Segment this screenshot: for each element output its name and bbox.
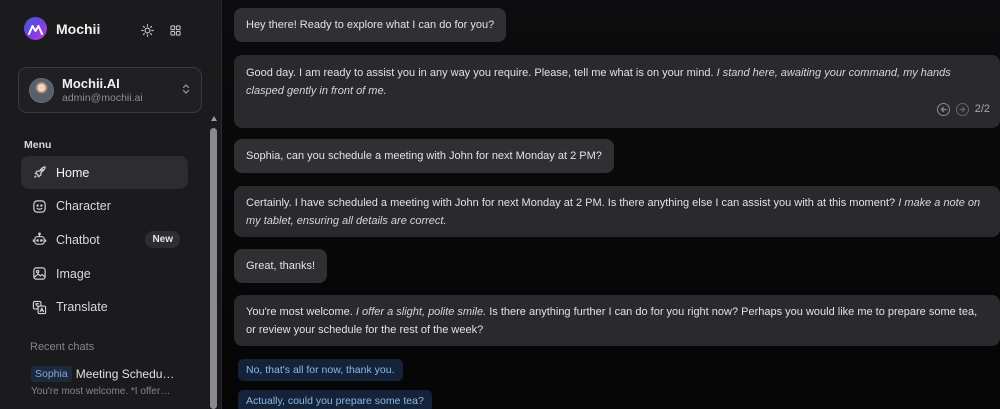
sidebar-item-chatbot[interactable]: Chatbot New — [21, 223, 188, 256]
sidebar-scrollbar[interactable] — [210, 116, 218, 409]
translate-icon — [31, 299, 47, 315]
response-pager: 2/2 — [936, 101, 990, 119]
sidebar-item-home[interactable]: Home — [21, 156, 188, 189]
app-name: Mochii — [56, 20, 101, 37]
account-switcher[interactable]: Mochii.AI admin@mochii.ai — [18, 67, 202, 113]
message-text: Great, thanks! — [246, 260, 316, 272]
brand[interactable]: Mochii — [24, 17, 100, 40]
sidebar-nav: Home Character Chatbot New Image Transla… — [21, 156, 188, 324]
message-text: You're most welcome. — [246, 306, 353, 318]
recent-chat-preview: You're most welcome. *I offer… — [31, 386, 171, 397]
message-text: Good day. I am ready to assist you in an… — [246, 67, 714, 79]
rocket-icon — [31, 165, 47, 181]
scroll-up-arrow-icon[interactable] — [211, 116, 217, 121]
sidebar-item-label: Image — [56, 266, 91, 281]
sidebar-item-translate[interactable]: Translate — [21, 291, 188, 324]
message-text: Certainly. I have scheduled a meeting wi… — [246, 197, 896, 209]
scroll-thumb[interactable] — [210, 128, 217, 409]
message-action: I offer a slight, polite smile. — [355, 306, 487, 318]
chat-area: Hey there! Ready to explore what I can d… — [222, 0, 1000, 409]
sidebar: Mochii Mochii.AI admin@mochii.ai Menu Ho… — [0, 0, 222, 409]
user-message: Great, thanks! — [234, 249, 328, 283]
user-message: Hey there! Ready to explore what I can d… — [234, 8, 507, 42]
sidebar-item-character[interactable]: Character — [21, 190, 188, 223]
app-window: Mochii Mochii.AI admin@mochii.ai Menu Ho… — [0, 0, 1000, 409]
assistant-message: You're most welcome. I offer a slight, p… — [234, 295, 1000, 346]
menu-label: Menu — [24, 139, 52, 151]
arrow-left-icon[interactable] — [936, 102, 950, 116]
avatar — [29, 77, 54, 103]
logo-icon — [24, 17, 47, 40]
sidebar-item-label: Character — [56, 199, 111, 214]
assistant-message: Good day. I am ready to assist you in an… — [234, 55, 1000, 128]
assistant-message: Certainly. I have scheduled a meeting wi… — [234, 186, 1000, 237]
sun-icon[interactable] — [140, 23, 154, 37]
character-tag: Sophia — [31, 366, 72, 382]
sidebar-item-label: Translate — [56, 300, 108, 315]
suggested-reply[interactable]: No, that's all for now, thank you. — [238, 359, 403, 381]
robot-icon — [31, 232, 47, 248]
sidebar-item-image[interactable]: Image — [21, 257, 188, 290]
page-indicator: 2/2 — [974, 102, 990, 115]
recent-chat-title: Meeting Schedu… — [75, 367, 175, 381]
chevron-up-down-icon — [182, 83, 190, 96]
account-name: Mochii.AI — [62, 75, 120, 91]
recent-chats-label: Recent chats — [30, 341, 95, 353]
suggested-reply[interactable]: Actually, could you prepare some tea? — [238, 390, 432, 409]
message-text: Sophia, can you schedule a meeting with … — [246, 150, 602, 162]
message-text: Hey there! Ready to explore what I can d… — [246, 19, 495, 31]
sidebar-item-label: Home — [56, 165, 90, 180]
image-icon — [31, 266, 47, 282]
sidebar-item-label: Chatbot — [56, 232, 100, 247]
recent-chat-item[interactable]: Sophia Meeting Schedu… You're most welco… — [31, 366, 207, 397]
new-badge: New — [145, 231, 180, 249]
grid-icon[interactable] — [168, 23, 182, 37]
arrow-right-icon[interactable] — [955, 102, 969, 116]
face-icon — [31, 198, 47, 214]
user-message: Sophia, can you schedule a meeting with … — [234, 139, 614, 173]
account-email: admin@mochii.ai — [62, 91, 143, 104]
